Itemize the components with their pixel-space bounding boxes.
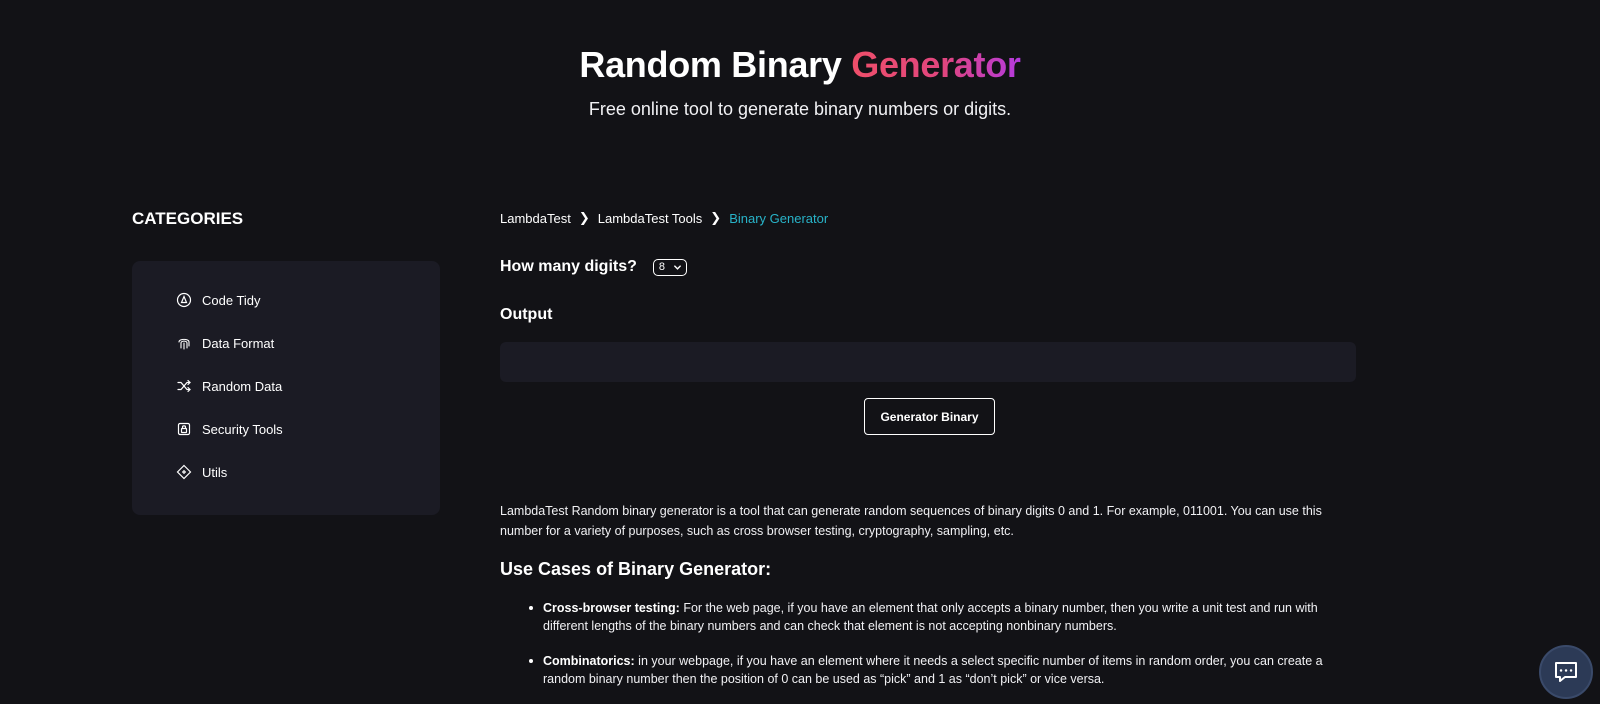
generate-binary-button[interactable]: Generator Binary (864, 398, 995, 435)
fingerprint-icon (178, 338, 190, 350)
list-item-term: Combinatorics: (543, 654, 635, 668)
sidebar-item-security-tools[interactable]: Security Tools (176, 418, 283, 440)
digits-value: 8 (658, 261, 666, 273)
breadcrumb: LambdaTest ❯ LambdaTest Tools ❯ Binary G… (500, 210, 828, 226)
categories-panel: Code Tidy Data Format Random Data Securi… (132, 261, 440, 515)
chevron-down-icon (674, 264, 681, 270)
bullet-icon (529, 659, 533, 663)
use-cases-title: Use Cases of Binary Generator: (500, 559, 772, 579)
output-label: Output (500, 306, 553, 323)
list-item-term: Cross-browser testing: (543, 601, 680, 615)
utils-icon (176, 464, 192, 480)
breadcrumb-item-tools[interactable]: LambdaTest Tools (598, 211, 703, 226)
list-item: Combinatorics: in your webpage, if you h… (529, 652, 1333, 688)
bullet-icon (529, 606, 533, 610)
chevron-right-icon: ❯ (710, 210, 722, 225)
sidebar-item-data-format[interactable]: Data Format (176, 332, 274, 354)
sidebar-item-label: Data Format (202, 335, 275, 351)
chat-icon (1555, 662, 1577, 682)
chevron-right-icon: ❯ (578, 210, 590, 225)
sidebar-item-random-data[interactable]: Random Data (176, 375, 282, 397)
title-accent: Generator (851, 44, 1021, 85)
categories-title: CATEGORIES (132, 209, 244, 228)
sidebar-item-label: Random Data (202, 378, 283, 394)
digits-label: How many digits? (500, 258, 637, 275)
sidebar-item-label: Utils (202, 464, 228, 480)
page-subtitle: Free online tool to generate binary numb… (588, 99, 1012, 119)
list-item-text: in your webpage, if you have an element … (543, 654, 1323, 686)
shuffle-icon (177, 379, 191, 393)
chat-button[interactable] (1539, 645, 1593, 699)
digits-row: How many digits? 8 (500, 258, 688, 276)
breadcrumb-item-current: Binary Generator (729, 210, 829, 226)
lock-icon (177, 422, 191, 436)
page-title: Random Binary Generator (0, 44, 1600, 86)
sidebar-item-code-tidy[interactable]: Code Tidy (176, 289, 261, 311)
sidebar-item-label: Security Tools (202, 421, 283, 437)
description-text: LambdaTest Random binary generator is a … (500, 504, 1322, 538)
breadcrumb-item-lambdatest[interactable]: LambdaTest (500, 211, 571, 226)
code-tidy-icon (176, 292, 192, 308)
list-item: Cross-browser testing: For the web page,… (529, 599, 1333, 635)
title-main: Random Binary (579, 44, 842, 85)
sidebar-item-label: Code Tidy (202, 292, 261, 308)
digits-select[interactable]: 8 (652, 258, 688, 276)
sidebar-item-utils[interactable]: Utils (176, 461, 227, 483)
output-field[interactable] (500, 342, 1356, 382)
